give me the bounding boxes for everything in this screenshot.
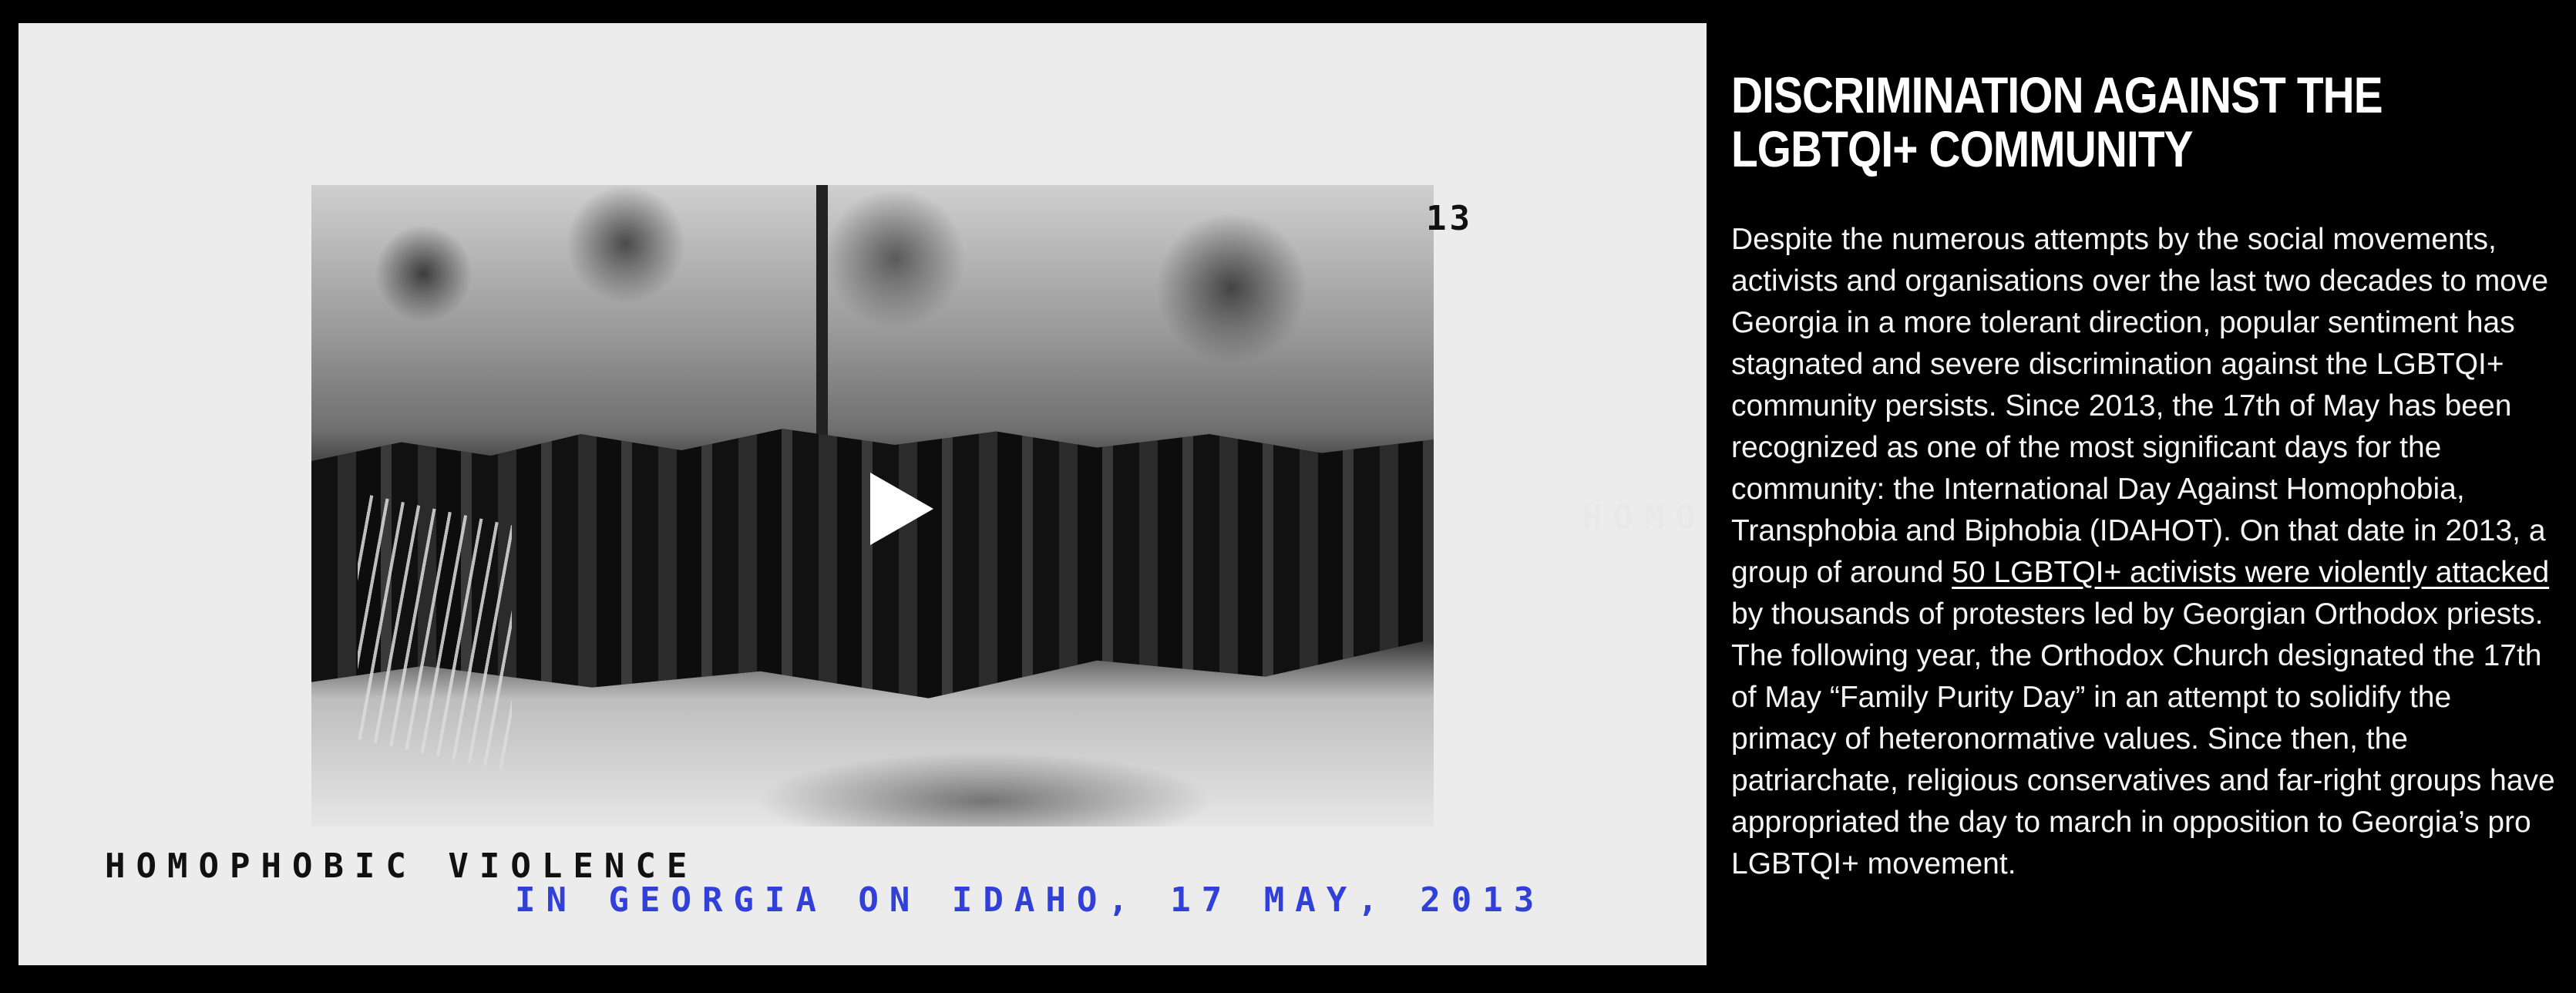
play-icon <box>870 473 933 545</box>
violent-attack-link[interactable]: 50 LGBTQI+ activists were violently atta… <box>1952 556 2549 589</box>
video-frame <box>311 185 1434 826</box>
article: DISCRIMINATION AGAINST THE LGBTQI+ COMMU… <box>1731 68 2564 885</box>
video-player[interactable]: 13 HOMOPHOBIC VIOLENCE IN GEORGIA ON IDA… <box>18 23 1707 965</box>
paragraph-text-before-link: Despite the numerous attempts by the soc… <box>1731 223 2549 589</box>
video-overlay-year-fragment: 13 <box>1426 199 1473 238</box>
video-background-trees <box>311 185 1434 480</box>
video-caption-line2: IN GEORGIA ON IDAHO, 17 MAY, 2013 <box>515 880 1545 920</box>
play-button[interactable] <box>847 459 947 559</box>
article-paragraph: Despite the numerous attempts by the soc… <box>1731 219 2564 885</box>
video-fence <box>358 492 512 773</box>
video-overlay-fragment: HOMO <box>1582 498 1707 537</box>
article-title: DISCRIMINATION AGAINST THE LGBTQI+ COMMU… <box>1731 66 2383 177</box>
paragraph-text-after-link: by thousands of protesters led by Georgi… <box>1731 597 2555 880</box>
